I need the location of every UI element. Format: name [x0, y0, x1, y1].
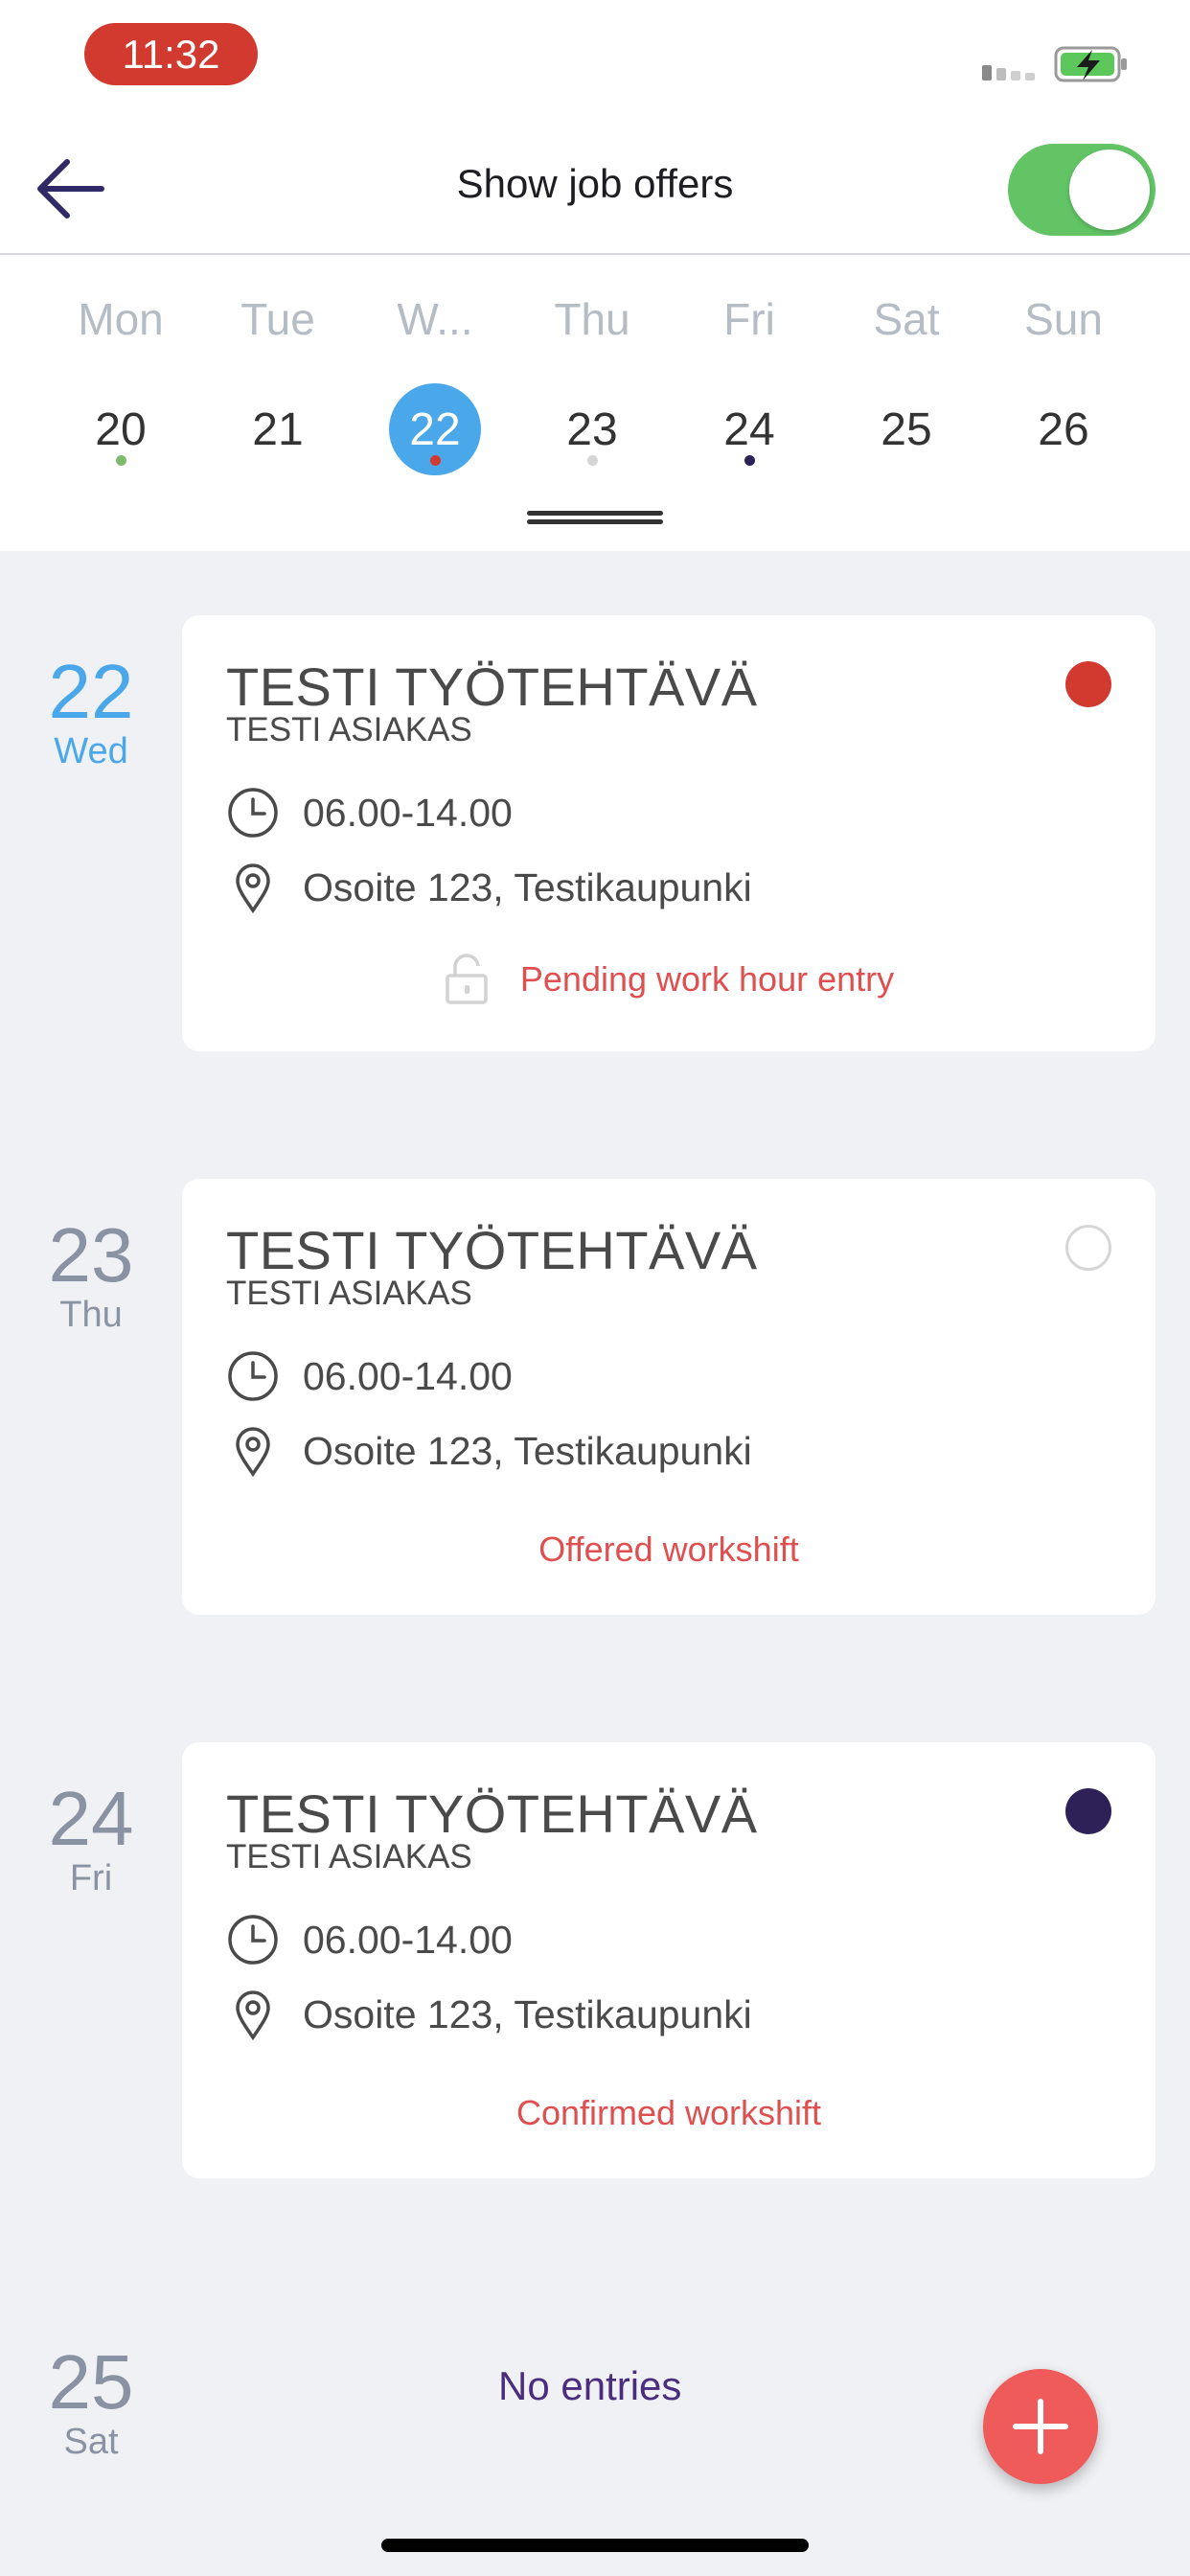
- day-label-25: 25 Sat: [48, 2339, 134, 2463]
- status-time: 11:32: [84, 23, 258, 85]
- map-pin-icon: [226, 1424, 280, 1478]
- home-indicator[interactable]: [381, 2539, 809, 2552]
- header-divider: [0, 253, 1190, 255]
- status-dot-offered: [1065, 1225, 1111, 1271]
- time-row: 06.00-14.00: [226, 1913, 513, 1966]
- status-dot-pending: [1065, 661, 1111, 707]
- weekday-tue: Tue: [240, 294, 315, 344]
- date-21[interactable]: 21: [199, 383, 356, 475]
- plus-icon: [1013, 2399, 1068, 2454]
- status-text: Confirmed workshift: [515, 2093, 822, 2132]
- date-dot-24: [744, 455, 755, 466]
- address-row: Osoite 123, Testikaupunki: [226, 1988, 752, 2041]
- shift-card-23[interactable]: TESTI TYÖTEHTÄVÄ TESTI ASIAKAS 06.00-14.…: [182, 1179, 1156, 1615]
- job-title: TESTI TYÖTEHTÄVÄ: [226, 1220, 758, 1280]
- show-job-offers-toggle[interactable]: [1008, 144, 1156, 236]
- add-entry-button[interactable]: [983, 2369, 1098, 2484]
- lock-open-icon: [446, 954, 488, 1004]
- clock-icon: [226, 1913, 280, 1966]
- weekday-fri: Fri: [723, 294, 775, 344]
- weekday-wed: W...: [397, 294, 473, 344]
- status-dot-confirmed: [1065, 1788, 1111, 1834]
- shift-card-22[interactable]: TESTI TYÖTEHTÄVÄ TESTI ASIAKAS 06.00-14.…: [182, 615, 1156, 1051]
- day-label-24: 24 Fri: [48, 1776, 134, 1899]
- address-row: Osoite 123, Testikaupunki: [226, 1424, 752, 1478]
- date-dot-22: [430, 455, 441, 466]
- map-pin-icon: [226, 861, 280, 914]
- weekday-sun: Sun: [1024, 294, 1103, 344]
- battery-charging-icon: [1054, 46, 1127, 82]
- signal-icon: [982, 65, 1035, 80]
- time-row: 06.00-14.00: [226, 1349, 513, 1403]
- date-25[interactable]: 25: [828, 383, 985, 475]
- clock-icon: [226, 786, 280, 840]
- status-row: Pending work hour entry: [182, 953, 1156, 1015]
- weekday-mon: Mon: [78, 294, 164, 344]
- no-entries-text: No entries: [498, 2363, 682, 2408]
- job-title: TESTI TYÖTEHTÄVÄ: [226, 1783, 758, 1844]
- drag-handle[interactable]: [527, 509, 663, 526]
- day-label-22: 22 Wed: [48, 649, 134, 772]
- job-title: TESTI TYÖTEHTÄVÄ: [226, 656, 758, 717]
- address-row: Osoite 123, Testikaupunki: [226, 861, 752, 914]
- customer-name: TESTI ASIAKAS: [226, 1275, 472, 1312]
- top-panel: 11:32 Show job offers Mon Tue W... Thu F…: [0, 0, 1190, 551]
- day-label-23: 23 Thu: [48, 1212, 134, 1336]
- toggle-knob: [1069, 150, 1150, 230]
- customer-name: TESTI ASIAKAS: [226, 1838, 472, 1875]
- shift-card-24[interactable]: TESTI TYÖTEHTÄVÄ TESTI ASIAKAS 06.00-14.…: [182, 1742, 1156, 2178]
- clock-icon: [226, 1349, 280, 1403]
- time-row: 06.00-14.00: [226, 786, 513, 840]
- date-26[interactable]: 26: [985, 383, 1142, 475]
- status-text: Offered workshift: [538, 1530, 799, 1569]
- weekday-thu: Thu: [554, 294, 630, 344]
- status-text: Pending work hour entry: [519, 959, 895, 999]
- date-dot-23: [587, 455, 598, 466]
- date-dot-20: [116, 455, 126, 466]
- weekday-sat: Sat: [873, 294, 940, 344]
- customer-name: TESTI ASIAKAS: [226, 711, 472, 748]
- map-pin-icon: [226, 1988, 280, 2041]
